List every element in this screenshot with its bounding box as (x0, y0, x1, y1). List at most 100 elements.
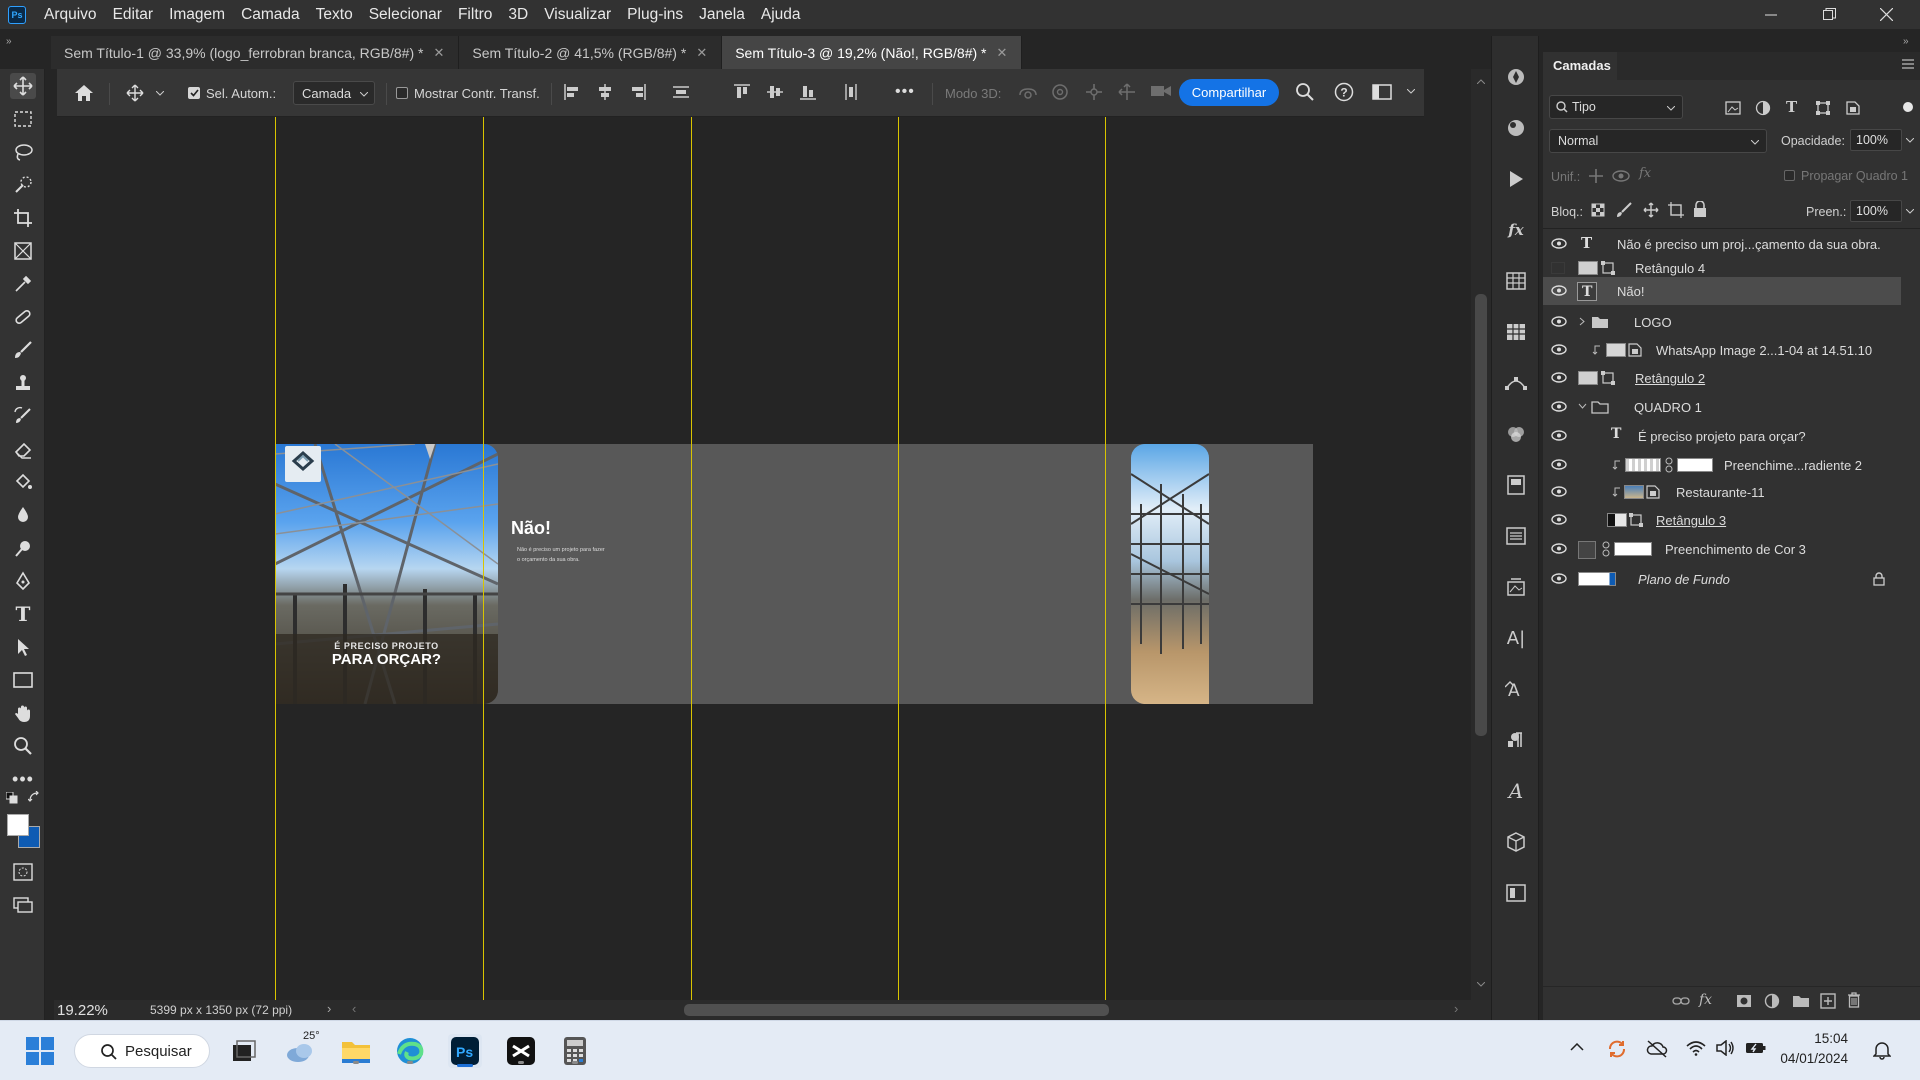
chevron-down-icon[interactable] (1407, 89, 1415, 94)
opacity-field[interactable]: 100% (1850, 129, 1902, 151)
wifi-icon[interactable] (1686, 1040, 1706, 1056)
photoshop-app-icon[interactable]: Ps (8, 5, 26, 24)
menu-arquivo[interactable]: Arquivo (36, 0, 105, 29)
layer-row[interactable]: LOGO (1543, 308, 1901, 336)
status-menu-arrow-icon[interactable]: › (327, 1001, 331, 1016)
healing-brush-tool-icon[interactable] (10, 304, 36, 330)
tab-sem-titulo-3[interactable]: Sem Título-3 @ 19,2% (Não!, RGB/8#) * ✕ (722, 36, 1023, 69)
dodge-tool-icon[interactable] (10, 535, 36, 561)
edge-browser-icon[interactable] (393, 1034, 427, 1068)
align-bottom-icon[interactable] (799, 83, 817, 101)
auto-select-target-dropdown[interactable]: Camada (293, 81, 375, 105)
swap-colors-icon[interactable] (28, 791, 40, 803)
menu-camada[interactable]: Camada (233, 0, 308, 29)
foreground-color-swatch[interactable] (7, 814, 29, 836)
properties-icon[interactable] (1504, 473, 1528, 497)
heading-nao[interactable]: Não! (511, 518, 551, 539)
more-options-icon[interactable]: ••• (895, 83, 915, 101)
eye-icon[interactable] (1551, 372, 1567, 383)
close-tab-icon[interactable]: ✕ (433, 45, 444, 61)
character-icon[interactable]: A| (1504, 626, 1528, 650)
eye-icon[interactable] (1551, 514, 1567, 525)
timeline-icon[interactable] (1504, 881, 1528, 905)
crop-tool-icon[interactable] (10, 205, 36, 231)
workspace-icon[interactable] (1372, 83, 1392, 101)
layer-row[interactable]: Preenchimento de Cor 3 (1543, 535, 1901, 563)
menu-editar[interactable]: Editar (105, 0, 162, 29)
eye-icon[interactable] (1551, 543, 1567, 554)
new-group-icon[interactable] (1792, 994, 1810, 1008)
type-tool-icon[interactable]: T (10, 601, 36, 627)
eraser-tool-icon[interactable] (10, 436, 36, 462)
brush-tool-icon[interactable] (10, 337, 36, 363)
menu-plugins[interactable]: Plug-ins (619, 0, 691, 29)
calculator-icon[interactable] (558, 1034, 592, 1068)
menu-texto[interactable]: Texto (308, 0, 361, 29)
hand-tool-icon[interactable] (10, 700, 36, 726)
vertical-scrollbar[interactable] (1471, 69, 1491, 1000)
3d-camera-icon[interactable] (1150, 83, 1172, 99)
paint-bucket-tool-icon[interactable] (10, 469, 36, 495)
show-transform-controls-checkbox[interactable] (396, 87, 408, 99)
pen-tool-icon[interactable] (10, 568, 36, 594)
distribute-vertical-icon[interactable] (842, 83, 860, 101)
fill-field[interactable]: 100% (1850, 200, 1902, 222)
eye-icon[interactable] (1551, 459, 1567, 470)
align-left-icon[interactable] (563, 83, 581, 101)
notification-bell-icon[interactable] (1873, 1040, 1891, 1060)
quick-selection-tool-icon[interactable] (10, 172, 36, 198)
stamp-tool-icon[interactable] (10, 370, 36, 396)
zoom-tool-icon[interactable] (10, 733, 36, 759)
taskbar-search[interactable]: Pesquisar (74, 1034, 210, 1068)
filter-toggle-icon[interactable] (1903, 102, 1913, 112)
add-mask-icon[interactable] (1736, 994, 1752, 1008)
scroll-down-icon[interactable] (1477, 982, 1485, 987)
clock-date[interactable]: 04/01/2024 (1774, 1051, 1848, 1066)
3d-roll-icon[interactable] (1051, 83, 1069, 101)
default-colors-icon[interactable] (6, 792, 18, 804)
blend-mode-dropdown[interactable]: Normal (1549, 129, 1767, 153)
unify-position-icon[interactable] (1587, 168, 1605, 184)
windows-start-icon[interactable] (23, 1034, 57, 1068)
battery-charging-icon[interactable] (1745, 1040, 1767, 1056)
close-window-button[interactable] (1862, 0, 1910, 29)
guide-line[interactable] (691, 117, 692, 1000)
file-explorer-icon[interactable] (339, 1034, 373, 1068)
layer-filter-dropdown[interactable]: Tipo (1549, 95, 1683, 119)
menu-3d[interactable]: 3D (500, 0, 536, 29)
guide-line[interactable] (1105, 117, 1106, 1000)
layer-style-fx-icon[interactable]: fx (1699, 992, 1712, 1008)
lock-image-brush-icon[interactable] (1616, 202, 1632, 218)
blur-tool-icon[interactable] (10, 502, 36, 528)
filter-shape-icon[interactable] (1815, 100, 1831, 116)
menu-filtro[interactable]: Filtro (450, 0, 500, 29)
menu-imagem[interactable]: Imagem (161, 0, 233, 29)
expand-toolbar-icon[interactable]: » (6, 36, 12, 47)
task-view-icon[interactable] (227, 1034, 261, 1068)
body-text[interactable]: Não é preciso um projeto para fazer o or… (517, 545, 609, 565)
clock-time[interactable]: 15:04 (1794, 1031, 1848, 1046)
artboard[interactable]: É PRECISO PROJETO PARA ORÇAR? Não! Não é… (275, 444, 1313, 704)
lock-transparent-icon[interactable] (1591, 203, 1605, 217)
screen-mode-icon[interactable] (10, 892, 36, 918)
eye-icon[interactable] (1551, 486, 1567, 497)
visibility-toggle-off[interactable] (1551, 262, 1565, 274)
chevron-down-icon[interactable] (1578, 403, 1587, 409)
chevron-down-icon[interactable] (1906, 209, 1914, 214)
layer-row[interactable]: Restaurante-11 (1543, 478, 1901, 506)
auto-select-checkbox[interactable] (188, 87, 200, 99)
filter-adjustment-icon[interactable] (1755, 100, 1771, 116)
move-tool-option-icon[interactable] (124, 82, 146, 104)
chevron-down-icon[interactable] (156, 89, 164, 97)
layer-row[interactable]: T Não! (1543, 277, 1901, 305)
eyedropper-tool-icon[interactable] (10, 271, 36, 297)
minimize-button[interactable] (1747, 0, 1795, 29)
photoshop-taskbar-icon[interactable]: Ps (448, 1034, 482, 1068)
marquee-tool-icon[interactable] (10, 106, 36, 132)
tab-sem-titulo-2[interactable]: Sem Título-2 @ 41,5% (RGB/8#) * ✕ (459, 36, 723, 69)
more-tools-icon[interactable]: ••• (10, 766, 36, 792)
horizontal-scroll-thumb[interactable] (684, 1004, 1109, 1016)
move-tool-icon[interactable] (10, 73, 36, 99)
menu-janela[interactable]: Janela (691, 0, 753, 29)
restore-button[interactable] (1805, 0, 1853, 29)
